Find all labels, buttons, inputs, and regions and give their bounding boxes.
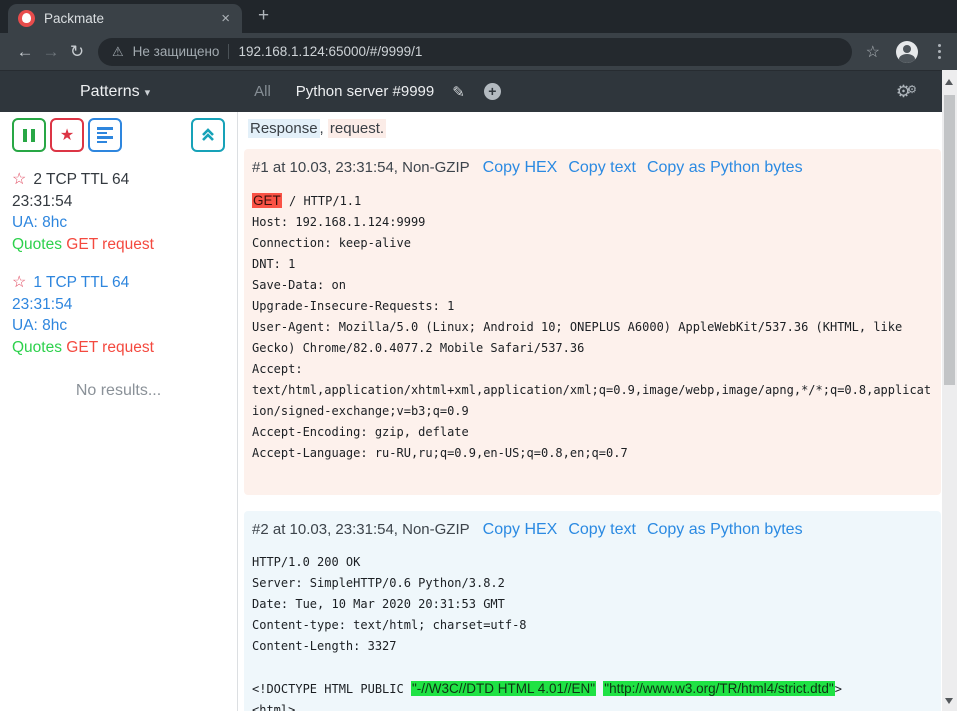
packet-body: GET / HTTP/1.1Host: 192.168.1.124:9999Co…	[252, 190, 935, 485]
browser-tab-strip: Packmate × +	[0, 0, 957, 33]
pattern-match-green: "http://www.w3.org/TR/html4/strict.dtd"	[603, 681, 834, 696]
stream-sidebar: ★ ☆2 TCP TTL 6423:31:54UA: 8hcQuotes GET…	[0, 112, 238, 711]
reload-icon[interactable]: ↻	[64, 42, 90, 62]
packmate-favicon-icon	[18, 10, 35, 27]
app-header: Patterns▾ All Python server #9999 ✎ + ⚙⚙	[0, 70, 957, 112]
stream-item[interactable]: ☆2 TCP TTL 6423:31:54UA: 8hcQuotes GET r…	[12, 169, 225, 255]
stream-tag: GET request	[66, 236, 154, 253]
packet-pane: Response, request. #1 at 10.03, 23:31:54…	[238, 112, 942, 711]
collapse-sidebar-button[interactable]	[191, 118, 225, 152]
settings-gears-icon[interactable]: ⚙⚙	[896, 82, 917, 102]
pause-capture-button[interactable]	[12, 118, 46, 152]
add-pattern-icon[interactable]: +	[484, 83, 501, 100]
sidebar-toolbar: ★	[12, 118, 225, 152]
favorite-star-icon[interactable]: ☆	[12, 274, 26, 291]
url-divider	[228, 44, 229, 59]
pattern-tab-current[interactable]: Python server #9999	[296, 83, 434, 100]
stream-tag: GET request	[66, 339, 154, 356]
page-scrollbar[interactable]	[942, 70, 957, 711]
copy-text-link[interactable]: Copy text	[568, 157, 636, 178]
packet-list: #1 at 10.03, 23:31:54, Non-GZIP Copy HEX C…	[244, 149, 942, 711]
scroll-down-arrow-icon[interactable]	[945, 698, 953, 704]
stream-item[interactable]: ☆1 TCP TTL 6423:31:54UA: 8hcQuotes GET r…	[12, 272, 225, 358]
align-left-icon	[97, 125, 113, 145]
pause-icon	[23, 129, 35, 142]
copy-python-link[interactable]: Copy as Python bytes	[647, 157, 803, 178]
back-icon[interactable]: ←	[12, 42, 38, 62]
favorites-filter-button[interactable]: ★	[50, 118, 84, 152]
favorite-star-icon[interactable]: ☆	[12, 171, 26, 188]
patterns-dropdown[interactable]: Patterns▾	[80, 83, 150, 101]
stream-tag: Quotes	[12, 339, 62, 356]
content-area: ★ ☆2 TCP TTL 6423:31:54UA: 8hcQuotes GET…	[0, 112, 942, 711]
legend: Response, request.	[248, 120, 942, 137]
copy-text-link[interactable]: Copy text	[568, 519, 636, 540]
copy-python-link[interactable]: Copy as Python bytes	[647, 519, 803, 540]
security-label[interactable]: Не защищено	[133, 44, 220, 59]
legend-response: Response	[248, 119, 320, 138]
forward-icon[interactable]: →	[38, 42, 64, 62]
no-results-label: No results...	[12, 382, 225, 400]
copy-hex-link[interactable]: Copy HEX	[483, 157, 558, 178]
edit-pattern-icon[interactable]: ✎	[452, 83, 465, 101]
new-tab-button[interactable]: +	[258, 5, 269, 27]
pattern-match-green: "-//W3C//DTD HTML 4.01//EN"	[411, 681, 596, 696]
not-secure-warning-icon[interactable]: ⚠	[112, 44, 124, 60]
browser-toolbar: ← → ↻ ⚠ Не защищено 192.168.1.124:65000/…	[0, 33, 957, 70]
tab-close-icon[interactable]: ×	[219, 10, 232, 27]
legend-request: request.	[328, 119, 386, 138]
list-view-button[interactable]	[88, 118, 122, 152]
tab-title: Packmate	[44, 11, 219, 26]
stream-tag: Quotes	[12, 236, 62, 253]
url-bar[interactable]: ⚠ Не защищено 192.168.1.124:65000/#/9999…	[98, 38, 852, 66]
packet-block-request: #1 at 10.03, 23:31:54, Non-GZIP Copy HEX C…	[244, 149, 941, 495]
url-text[interactable]: 192.168.1.124:65000/#/9999/1	[238, 44, 422, 59]
scroll-up-arrow-icon[interactable]	[945, 79, 953, 85]
chevrons-up-icon	[201, 128, 215, 142]
packet-header: #2 at 10.03, 23:31:54, Non-GZIP	[252, 519, 470, 540]
browser-menu-icon[interactable]	[934, 42, 945, 61]
packet-block-response: #2 at 10.03, 23:31:54, Non-GZIP Copy HEX C…	[244, 511, 941, 711]
scrollbar-thumb[interactable]	[944, 95, 955, 385]
star-icon: ★	[60, 125, 74, 145]
packet-header: #1 at 10.03, 23:31:54, Non-GZIP	[252, 157, 470, 178]
chevron-down-icon: ▾	[145, 87, 151, 99]
bookmark-star-icon[interactable]: ☆	[866, 42, 880, 62]
profile-avatar-icon[interactable]	[896, 41, 918, 63]
pattern-match-red: GET	[252, 193, 282, 208]
copy-hex-link[interactable]: Copy HEX	[483, 519, 558, 540]
browser-tab[interactable]: Packmate ×	[8, 4, 242, 33]
stream-list: ☆2 TCP TTL 6423:31:54UA: 8hcQuotes GET r…	[12, 169, 225, 358]
pattern-tab-all[interactable]: All	[254, 83, 271, 100]
packet-body: HTTP/1.0 200 OKServer: SimpleHTTP/0.6 Py…	[252, 552, 935, 711]
